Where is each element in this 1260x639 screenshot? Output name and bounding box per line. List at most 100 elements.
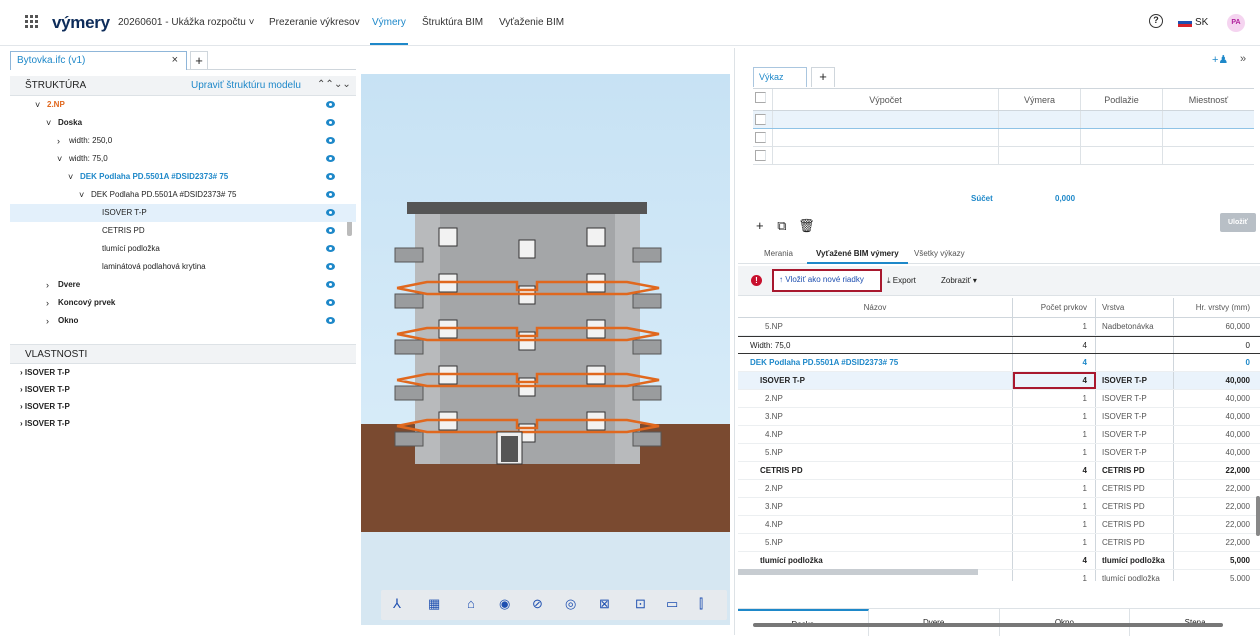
split-icon[interactable]: ⫿: [699, 597, 703, 611]
col-miestnost[interactable]: Miestnosť: [1163, 89, 1254, 110]
visibility-eye-icon[interactable]: [326, 101, 335, 108]
tree-item[interactable]: ISOVER T-P: [10, 204, 356, 222]
table-row[interactable]: tlumící podložka 4 tlumící podložka 5,000: [738, 552, 1260, 570]
project-selector[interactable]: 20260601 - Ukážka rozpočtu ˅: [118, 17, 254, 28]
save-button[interactable]: Uložiť: [1220, 213, 1256, 232]
nav-quantities[interactable]: Výmery: [372, 17, 406, 28]
table-row[interactable]: 5.NP 1 CETRIS PD 22,000: [738, 534, 1260, 552]
col-nazov[interactable]: Názov: [738, 298, 1013, 317]
eye-icon[interactable]: ◉: [499, 597, 510, 611]
hide-icon[interactable]: ⊘: [532, 597, 543, 611]
tree-toggle-icon[interactable]: ˅: [46, 114, 51, 132]
section-icon[interactable]: ⊠: [599, 597, 610, 611]
show-dropdown[interactable]: Zobraziť ▾: [941, 276, 977, 285]
add-icon[interactable]: +: [756, 218, 764, 233]
tree-item[interactable]: ˅ DEK Podlaha PD.5501A #DSID2373# 75: [10, 186, 356, 204]
visibility-eye-icon[interactable]: [326, 299, 335, 306]
close-icon[interactable]: ×: [172, 54, 178, 66]
visibility-eye-icon[interactable]: [326, 317, 335, 324]
edit-structure-link[interactable]: Upraviť štruktúru modelu: [191, 80, 301, 91]
tree-toggle-icon[interactable]: ˅: [68, 168, 73, 186]
isolate-icon[interactable]: ◎: [565, 597, 576, 611]
table-row[interactable]: 3.NP 1 CETRIS PD 22,000: [738, 498, 1260, 516]
nav-bim-extraction[interactable]: Vyťaženie BIM: [499, 17, 564, 28]
language-selector[interactable]: SK: [1195, 17, 1208, 28]
visibility-eye-icon[interactable]: [326, 245, 335, 252]
tree-item[interactable]: ˅ 2.NP: [10, 96, 356, 114]
tree-toggle-icon[interactable]: ˅: [57, 150, 62, 168]
property-group[interactable]: › ISOVER T-P: [10, 381, 356, 398]
col-vymera[interactable]: Výmera: [999, 89, 1081, 110]
nav-bim-structure[interactable]: Štruktúra BIM: [422, 17, 483, 28]
table-row[interactable]: CETRIS PD 4 CETRIS PD 22,000: [738, 462, 1260, 480]
table-row[interactable]: 5.NP 1 Nadbetonávka 60,000: [738, 318, 1260, 336]
select-all-checkbox[interactable]: [755, 92, 766, 103]
table-row[interactable]: ISOVER T-P 4 ISOVER T-P 40,000: [738, 372, 1260, 390]
copy-icon[interactable]: ⧉: [777, 218, 786, 233]
add-user-icon[interactable]: +♟: [1212, 53, 1228, 66]
panel-splitter[interactable]: [734, 48, 735, 635]
3d-viewer[interactable]: ⅄ ▦ ⌂ ◉ ⊘ ◎ ⊠ ⊡ ▭ ⫿: [361, 74, 730, 625]
bottom-scrollbar[interactable]: [753, 623, 1223, 627]
table-row[interactable]: [753, 111, 1254, 129]
tree-item[interactable]: › width: 250,0: [10, 132, 356, 150]
collapse-panel-icon[interactable]: »: [1240, 53, 1246, 65]
app-logo[interactable]: výmery: [52, 13, 110, 33]
tree-item[interactable]: › Dvere: [10, 276, 356, 294]
table-row[interactable]: 4.NP 1 CETRIS PD 22,000: [738, 516, 1260, 534]
table-row[interactable]: DEK Podlaha PD.5501A #DSID2373# 75 4 0: [738, 354, 1260, 372]
tree-item[interactable]: laminátová podlahová krytina: [10, 258, 356, 276]
tree-item[interactable]: CETRIS PD: [10, 222, 356, 240]
zoom-icon[interactable]: ⊡: [635, 597, 646, 611]
visibility-eye-icon[interactable]: [326, 227, 335, 234]
tree-toggle-icon[interactable]: ›: [46, 294, 49, 312]
tree-toggle-icon[interactable]: ˅: [79, 186, 84, 204]
insert-rows-button[interactable]: ↑ Vložiť ako nové riadky: [772, 269, 882, 292]
table-row[interactable]: [753, 147, 1254, 165]
tree-item[interactable]: ˅ DEK Podlaha PD.5501A #DSID2373# 75: [10, 168, 356, 186]
add-vykaz-button[interactable]: +: [811, 67, 835, 87]
visibility-eye-icon[interactable]: [326, 281, 335, 288]
property-group[interactable]: › ISOVER T-P: [10, 398, 356, 415]
expand-all-icon[interactable]: ⌄⌄: [334, 79, 351, 90]
home-icon[interactable]: ⌂: [467, 597, 475, 611]
table-row[interactable]: [753, 129, 1254, 147]
file-tab[interactable]: Bytovka.ifc (v1) ×: [10, 51, 187, 70]
tree-item[interactable]: tlumící podložka: [10, 240, 356, 258]
col-hrubka[interactable]: Hr. vrstvy (mm): [1174, 298, 1254, 317]
table-row[interactable]: 4.NP 1 ISOVER T-P 40,000: [738, 426, 1260, 444]
property-group[interactable]: › ISOVER T-P: [10, 364, 356, 381]
visibility-eye-icon[interactable]: [326, 191, 335, 198]
tree-toggle-icon[interactable]: ›: [46, 312, 49, 330]
table-row[interactable]: 3.NP 1 ISOVER T-P 40,000: [738, 408, 1260, 426]
delete-icon[interactable]: 🗑︎: [798, 218, 815, 233]
collapse-all-icon[interactable]: ⌃⌃: [317, 79, 334, 90]
warning-icon[interactable]: !: [751, 275, 762, 286]
visibility-eye-icon[interactable]: [326, 155, 335, 162]
tree-item[interactable]: › Koncový prvek: [10, 294, 356, 312]
col-vypocet[interactable]: Výpočet: [773, 89, 999, 110]
col-pocet[interactable]: Počet prvkov: [1013, 298, 1096, 317]
visibility-eye-icon[interactable]: [326, 263, 335, 270]
tree-toggle-icon[interactable]: ›: [46, 276, 49, 294]
nav-drawings[interactable]: Prezeranie výkresov: [269, 17, 360, 28]
avatar[interactable]: PA: [1227, 14, 1245, 32]
col-vrstva[interactable]: Vrstva: [1096, 298, 1174, 317]
visibility-eye-icon[interactable]: [326, 137, 335, 144]
table-row[interactable]: 5.NP 1 ISOVER T-P 40,000: [738, 444, 1260, 462]
property-group[interactable]: › ISOVER T-P: [10, 415, 356, 432]
apps-grid-icon[interactable]: [25, 15, 38, 28]
help-icon[interactable]: ?: [1149, 14, 1163, 28]
tree-toggle-icon[interactable]: ˅: [35, 96, 40, 114]
flag-sk-icon[interactable]: [1178, 18, 1192, 27]
tree-item[interactable]: ˅ width: 75,0: [10, 150, 356, 168]
tab-merania[interactable]: Merania: [764, 249, 793, 258]
tab-vsetky-vykazy[interactable]: Všetky výkazy: [914, 249, 965, 258]
visibility-eye-icon[interactable]: [326, 173, 335, 180]
measure-icon[interactable]: ▭: [666, 597, 678, 611]
table-row[interactable]: Width: 75,0 4 0: [738, 336, 1260, 354]
col-podlazie[interactable]: Podlažie: [1081, 89, 1163, 110]
grid-vertical-scrollbar[interactable]: [1256, 496, 1260, 536]
tree-item[interactable]: › Okno: [10, 312, 356, 330]
table-row[interactable]: 2.NP 1 ISOVER T-P 40,000: [738, 390, 1260, 408]
